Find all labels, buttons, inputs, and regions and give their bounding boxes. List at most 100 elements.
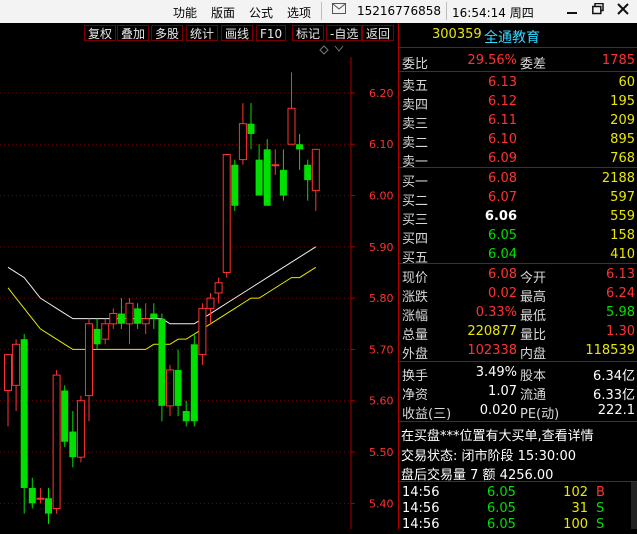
toolbar-multi-button[interactable]: 多股 (151, 25, 184, 41)
tick-scrollbar[interactable] (631, 482, 637, 529)
candle[interactable] (4, 354, 12, 427)
ask-level-row[interactable]: 卖三 6.11 209 (399, 112, 637, 132)
user-phone[interactable]: 15216776858 (357, 4, 441, 18)
candle[interactable] (52, 369, 61, 514)
toolbar-draw-button[interactable]: 画线 (221, 25, 254, 41)
candle[interactable] (69, 411, 77, 468)
candle-body (279, 169, 287, 196)
candle[interactable] (296, 133, 304, 170)
candle[interactable] (279, 149, 287, 201)
candle[interactable] (85, 318, 93, 422)
divider (321, 2, 322, 20)
candle-body (117, 313, 125, 324)
candle[interactable] (12, 339, 21, 411)
toolbar-back-button[interactable]: 返回 (362, 25, 395, 41)
candle[interactable] (61, 385, 69, 447)
candle[interactable] (93, 318, 101, 350)
trade-status-row: 交易状态: 闭市阶段 15:30:00 (399, 444, 637, 464)
candle-body (222, 153, 231, 273)
candle[interactable] (109, 308, 118, 329)
candle[interactable] (238, 103, 247, 165)
candle[interactable] (247, 103, 255, 150)
candle[interactable] (101, 318, 110, 345)
quote-value: 5.98 (606, 305, 635, 320)
candle[interactable] (76, 395, 85, 463)
stats-value: 1.07 (488, 384, 517, 399)
candle[interactable] (141, 303, 150, 335)
candle[interactable] (28, 477, 36, 509)
divider (399, 47, 637, 48)
minimize-icon[interactable] (562, 1, 582, 21)
candle-body (263, 149, 271, 206)
toolbar-watchlist-button[interactable]: -自选 (326, 25, 363, 41)
ask-price: 6.10 (488, 132, 517, 147)
kline-chart-area[interactable]: 复权 叠加 多股 统计 画线 F10 标记 -自选 返回 6.20 6.10 6.0… (0, 23, 398, 529)
candle-body (238, 123, 247, 161)
divider (399, 361, 637, 362)
candle[interactable] (198, 303, 207, 365)
bid-level-row[interactable]: 买四 6.05 158 (399, 227, 637, 247)
menu-layout[interactable]: 版面 (211, 4, 235, 21)
ask-level-row[interactable]: 卖五 6.13 60 (399, 74, 637, 94)
toolbar-adjust-button[interactable]: 复权 (84, 25, 117, 41)
candle[interactable] (158, 313, 166, 422)
bid-volume: 2188 (601, 171, 635, 186)
candle[interactable] (134, 303, 142, 329)
ask-level-row[interactable]: 卖四 6.12 195 (399, 93, 637, 113)
candle[interactable] (125, 298, 134, 345)
candle[interactable] (36, 487, 45, 504)
candle[interactable] (231, 159, 239, 211)
candle[interactable] (174, 349, 182, 417)
quote-label: 最低 (520, 309, 547, 324)
bid-label: 买二 (402, 194, 429, 209)
bid-label: 买三 (402, 213, 429, 228)
candle[interactable] (45, 487, 52, 524)
candle[interactable] (311, 148, 320, 211)
y-tick-label: 5.60 (369, 395, 394, 408)
ask-volume: 895 (610, 132, 635, 147)
toolbar-overlay-button[interactable]: 叠加 (117, 25, 150, 41)
stock-name[interactable]: 全通教育 (484, 27, 540, 47)
quote-value: 6.24 (606, 286, 635, 301)
menu-options[interactable]: 选项 (287, 4, 311, 21)
toolbar-mark-button[interactable]: 标记 (292, 25, 325, 41)
quote-row: 涨跌 0.02 最高 6.24 (399, 285, 637, 305)
trade-status: 交易状态: 闭市阶段 15:30:00 (401, 449, 577, 464)
quote-panel: 300359 全通教育 委比 29.56% 委差 1785 卖五 6.13 60 卖四… (398, 23, 637, 532)
close-icon[interactable] (613, 1, 633, 21)
candle[interactable] (190, 334, 198, 427)
bid-volume: 158 (610, 228, 635, 243)
candle[interactable] (117, 298, 125, 329)
candle[interactable] (214, 277, 223, 304)
toolbar-f10-button[interactable]: F10 (256, 25, 287, 41)
envelope-icon[interactable] (332, 3, 346, 18)
quote-label: 涨跌 (402, 290, 429, 305)
restore-icon[interactable] (588, 1, 608, 21)
candle[interactable] (271, 149, 280, 175)
candle[interactable] (222, 153, 231, 278)
bid-level-row[interactable]: 买二 6.07 597 (399, 189, 637, 209)
candle[interactable] (182, 400, 190, 427)
candle[interactable] (166, 364, 174, 417)
candle[interactable] (20, 334, 28, 514)
notice-row[interactable]: 在买盘***位置有大买单,查看详情 (399, 424, 637, 444)
candle[interactable] (304, 159, 312, 201)
candle-body (206, 297, 215, 309)
menu-formula[interactable]: 公式 (249, 4, 273, 21)
candle[interactable] (206, 293, 215, 324)
candle[interactable] (263, 139, 271, 206)
candle[interactable] (287, 72, 296, 145)
tick-time: 14:56 (402, 501, 440, 516)
bid-level-row[interactable]: 买三 6.06 559 (399, 208, 637, 228)
ask-level-row[interactable]: 卖二 6.10 895 (399, 131, 637, 151)
menu-function[interactable]: 功能 (173, 4, 197, 21)
candle[interactable] (255, 144, 263, 196)
bid-level-row[interactable]: 买一 6.08 2188 (399, 170, 637, 190)
ask-level-row[interactable]: 卖一 6.09 768 (399, 150, 637, 170)
toolbar-stats-button[interactable]: 统计 (186, 25, 219, 41)
bid-level-row[interactable]: 买五 6.04 410 (399, 246, 637, 266)
big-order-notice[interactable]: 在买盘***位置有大买单,查看详情 (401, 425, 594, 444)
candle[interactable] (150, 303, 158, 329)
tick-side: S (596, 517, 605, 532)
ask-label: 卖三 (402, 117, 429, 132)
